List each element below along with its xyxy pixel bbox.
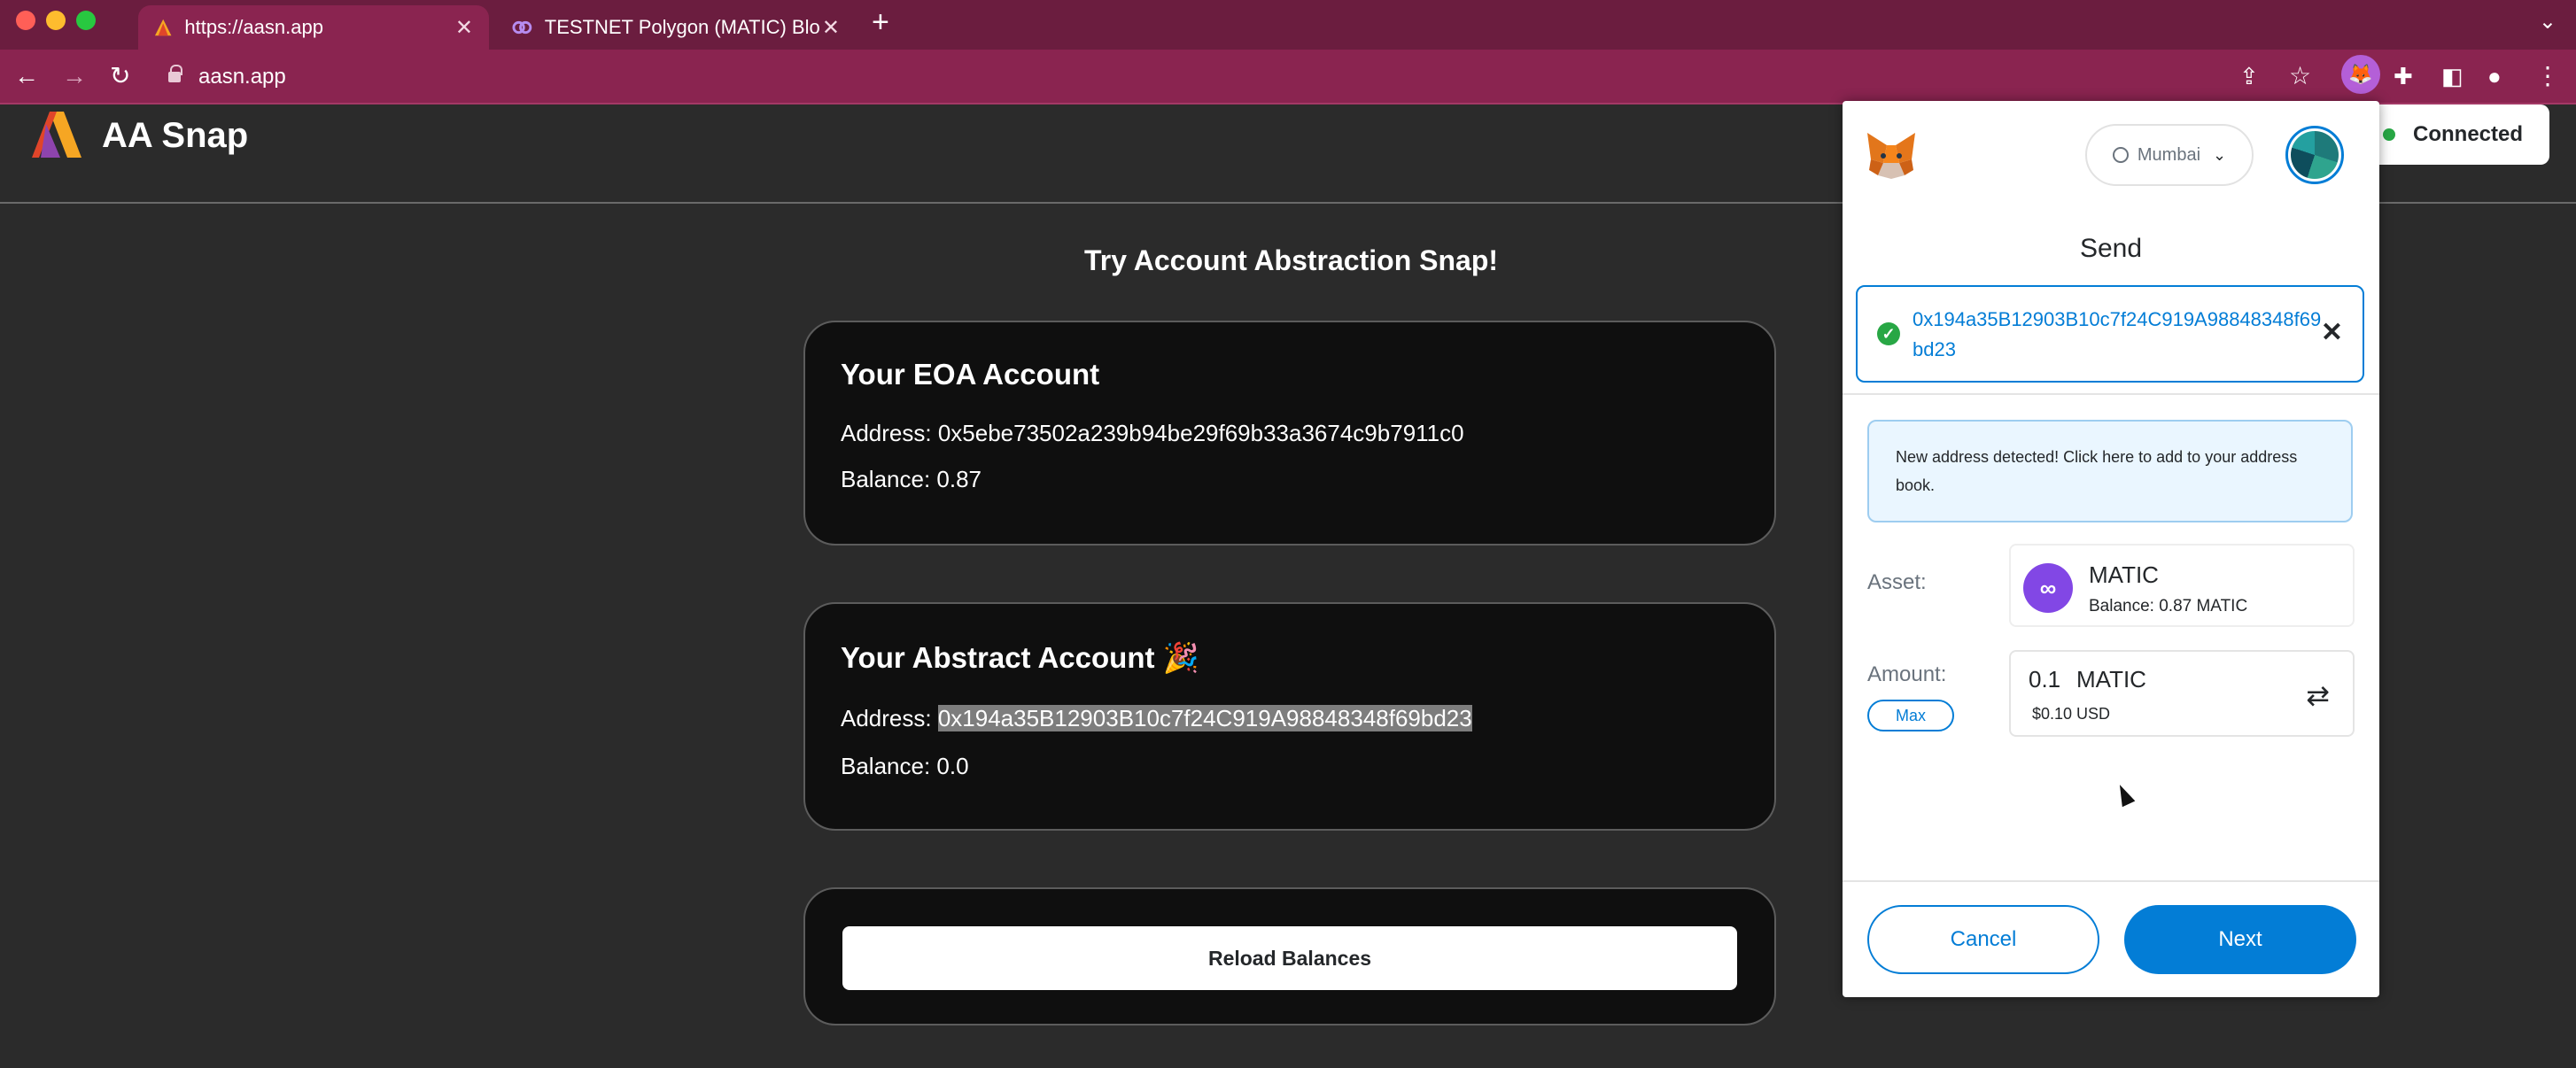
eoa-address: Address: 0x5ebe73502a239b94be29f69b33a36… bbox=[841, 420, 1464, 446]
close-icon[interactable]: ✕ bbox=[2321, 317, 2343, 348]
tab-search-chevron-icon[interactable]: ⌄ bbox=[2539, 9, 2557, 35]
aa-snap-favicon-icon bbox=[154, 19, 172, 36]
forward-icon[interactable]: → bbox=[62, 60, 87, 92]
tab-aasn[interactable]: https://aasn.app ✕ bbox=[138, 5, 489, 50]
send-title: Send bbox=[2079, 234, 2143, 263]
app-title: AA Snap bbox=[102, 116, 249, 155]
amount-label: Amount: bbox=[1867, 662, 1947, 686]
amount-input[interactable]: 0.1 MATIC $0.10 USD ⇄ bbox=[2009, 650, 2355, 737]
footer-divider bbox=[1843, 880, 2379, 882]
identicon-icon bbox=[2291, 131, 2339, 179]
reload-card: Reload Balances bbox=[803, 887, 1776, 1025]
abstract-address-value[interactable]: 0x194a35B12903B10c7f24C919A98848348f69bd… bbox=[937, 705, 1472, 731]
maximize-window-button[interactable] bbox=[76, 11, 96, 30]
tab-close-icon[interactable]: ✕ bbox=[455, 15, 473, 41]
abstract-address-line: Address: 0x194a35B12903B10c7f24C919A9884… bbox=[841, 705, 1472, 732]
recipient-field[interactable]: ✓ 0x194a35B12903B10c7f24C919A98848348f69… bbox=[1856, 285, 2364, 383]
minimize-window-button[interactable] bbox=[46, 11, 66, 30]
eoa-account-card: Your EOA Account Address: 0x5ebe73502a23… bbox=[803, 321, 1776, 546]
account-avatar[interactable] bbox=[2285, 126, 2344, 184]
browser-tab-bar: https://aasn.app ✕ TESTNET Polygon (MATI… bbox=[0, 0, 2576, 50]
reload-icon[interactable]: ↻ bbox=[110, 60, 130, 92]
aa-snap-logo-icon bbox=[32, 112, 81, 158]
swap-icon[interactable]: ⇄ bbox=[2306, 678, 2330, 712]
fox-icon bbox=[1867, 133, 1915, 179]
check-icon: ✓ bbox=[1877, 322, 1900, 345]
asset-name: MATIC bbox=[2089, 561, 2159, 588]
new-tab-button[interactable]: + bbox=[872, 5, 889, 40]
tab-title: TESTNET Polygon (MATIC) Blo bbox=[544, 16, 820, 38]
asset-balance: Balance: 0.87 MATIC bbox=[2089, 597, 2248, 615]
profile-icon[interactable]: ● bbox=[2487, 60, 2502, 92]
page-title: Try Account Abstraction Snap! bbox=[1084, 244, 1499, 276]
amount-value[interactable]: 0.1 bbox=[2029, 666, 2060, 693]
back-icon[interactable]: ← bbox=[14, 60, 39, 92]
next-button[interactable]: Next bbox=[2124, 905, 2356, 974]
eoa-heading: Your EOA Account bbox=[841, 358, 1100, 391]
asset-label: Asset: bbox=[1867, 570, 1927, 594]
network-name: Mumbai bbox=[2137, 144, 2201, 165]
abstract-balance: Balance: 0.0 bbox=[841, 753, 969, 779]
amount-usd: $0.10 USD bbox=[2032, 705, 2111, 723]
close-window-button[interactable] bbox=[16, 11, 35, 30]
amount-currency: MATIC bbox=[2076, 666, 2146, 693]
tab-title: https://aasn.app bbox=[184, 16, 323, 38]
lock-icon bbox=[168, 65, 182, 82]
tab-close-icon[interactable]: ✕ bbox=[822, 15, 840, 41]
tab-polygonscan[interactable]: TESTNET Polygon (MATIC) Blo ✕ bbox=[496, 5, 856, 50]
recipient-address: 0x194a35B12903B10c7f24C919A98848348f69bd… bbox=[1913, 308, 2322, 360]
asset-selector[interactable]: ∞ MATIC Balance: 0.87 MATIC bbox=[2009, 544, 2355, 627]
matic-icon: ∞ bbox=[2023, 563, 2073, 613]
abstract-address-label: Address: bbox=[841, 705, 938, 731]
sidepanel-icon[interactable]: ◧ bbox=[2441, 60, 2463, 92]
puzzle-icon[interactable]: ✚ bbox=[2394, 60, 2413, 92]
chevron-down-icon: ⌄ bbox=[2213, 145, 2227, 164]
network-icon bbox=[2112, 147, 2129, 163]
connected-label: Connected bbox=[2413, 122, 2524, 146]
address-bar[interactable]: aasn.app bbox=[168, 58, 286, 96]
abstract-account-card: Your Abstract Account 🎉 Address: 0x194a3… bbox=[803, 602, 1776, 831]
connected-status-badge[interactable]: Connected bbox=[2362, 104, 2549, 165]
max-button[interactable]: Max bbox=[1867, 700, 1954, 731]
metamask-extension-icon[interactable]: 🦊 bbox=[2341, 55, 2380, 94]
divider bbox=[1843, 393, 2379, 395]
eoa-balance: Balance: 0.87 bbox=[841, 466, 982, 492]
share-icon[interactable]: ⇪ bbox=[2239, 60, 2259, 92]
abstract-heading: Your Abstract Account 🎉 bbox=[841, 641, 1199, 674]
browser-toolbar: ← → ↻ aasn.app ⇪ ☆ 🦊 ✚ ◧ ● ⋮ bbox=[0, 50, 2576, 104]
status-dot-icon bbox=[2383, 128, 2395, 141]
star-icon[interactable]: ☆ bbox=[2289, 60, 2311, 92]
metamask-popup: Mumbai ⌄ Send ✓ 0x194a35B12903B10c7f24C9… bbox=[1843, 101, 2379, 997]
new-address-notice[interactable]: New address detected! Click here to add … bbox=[1867, 420, 2353, 522]
kebab-menu-icon[interactable]: ⋮ bbox=[2535, 60, 2560, 92]
reload-balances-button[interactable]: Reload Balances bbox=[842, 926, 1737, 990]
cancel-button[interactable]: Cancel bbox=[1867, 905, 2099, 974]
address-bar-url: aasn.app bbox=[198, 65, 286, 89]
network-selector[interactable]: Mumbai ⌄ bbox=[2085, 124, 2254, 186]
polygon-favicon-icon bbox=[512, 20, 532, 35]
